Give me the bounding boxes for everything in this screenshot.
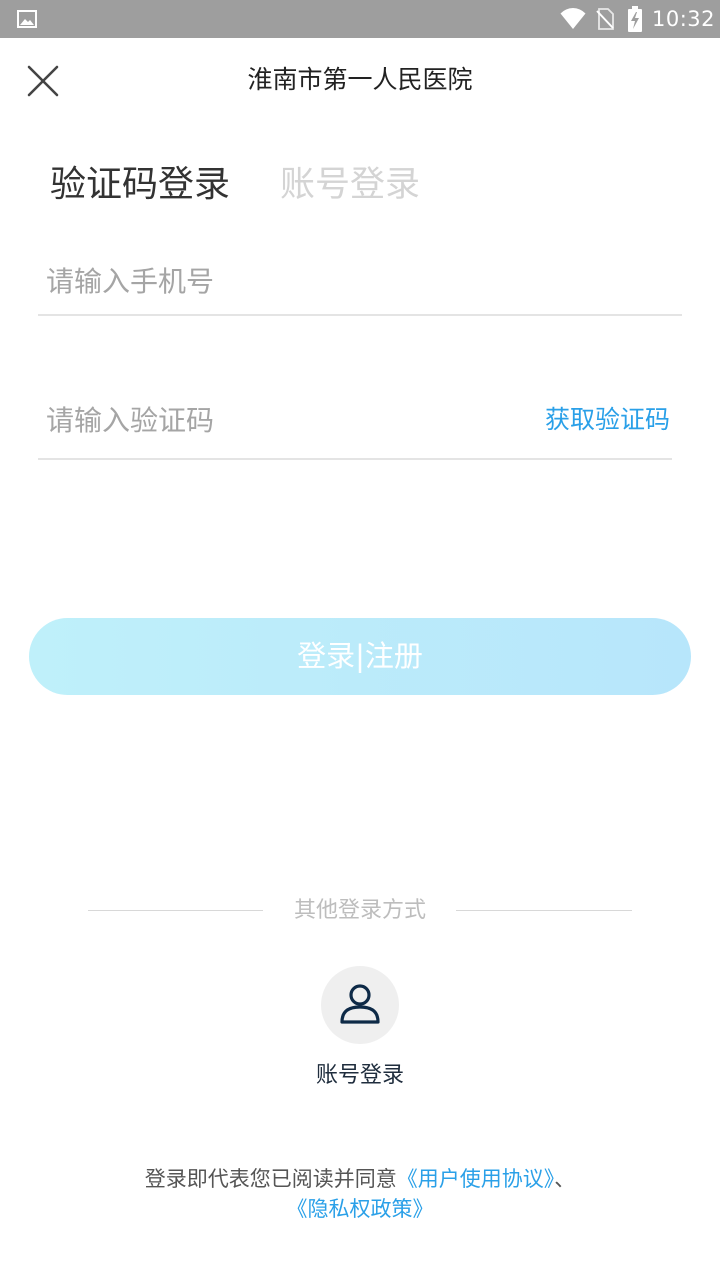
agreement-text: 登录即代表您已阅读并同意《用户使用协议》、 《隐私权政策》	[0, 1164, 720, 1224]
privacy-policy-link[interactable]: 《隐私权政策》	[287, 1197, 434, 1221]
agreement-separator: 、	[554, 1167, 576, 1191]
account-login-label: 账号登录	[315, 1063, 404, 1088]
login-register-button[interactable]: 登录|注册	[29, 618, 691, 695]
other-login-label: 其他登录方式	[293, 898, 426, 923]
status-bar: 10:32	[0, 0, 720, 38]
account-login-circle	[321, 966, 399, 1044]
gallery-icon	[17, 10, 37, 28]
phone-divider	[38, 314, 682, 316]
phone-input[interactable]	[46, 258, 666, 304]
get-code-button[interactable]: 获取验证码	[545, 400, 670, 440]
status-time: 10:32	[652, 7, 716, 31]
account-login-option[interactable]: 账号登录	[300, 964, 420, 1094]
agreement-line-1: 登录即代表您已阅读并同意《用户使用协议》、	[0, 1164, 720, 1194]
battery-charging-icon	[628, 6, 642, 32]
page-title: 淮南市第一人民医院	[247, 65, 473, 94]
tab-account-login[interactable]: 账号登录	[280, 160, 420, 210]
code-divider	[38, 458, 672, 460]
tab-sms-login[interactable]: 验证码登录	[50, 160, 230, 210]
other-login-divider-right	[456, 910, 632, 911]
no-sim-icon	[596, 8, 614, 30]
user-icon	[340, 984, 380, 1024]
verification-code-input[interactable]	[46, 397, 516, 443]
agreement-line-2: 《隐私权政策》	[0, 1194, 720, 1224]
agreement-prefix: 登录即代表您已阅读并同意	[144, 1167, 397, 1191]
wifi-icon	[560, 8, 586, 29]
user-agreement-link[interactable]: 《用户使用协议》	[397, 1167, 555, 1191]
